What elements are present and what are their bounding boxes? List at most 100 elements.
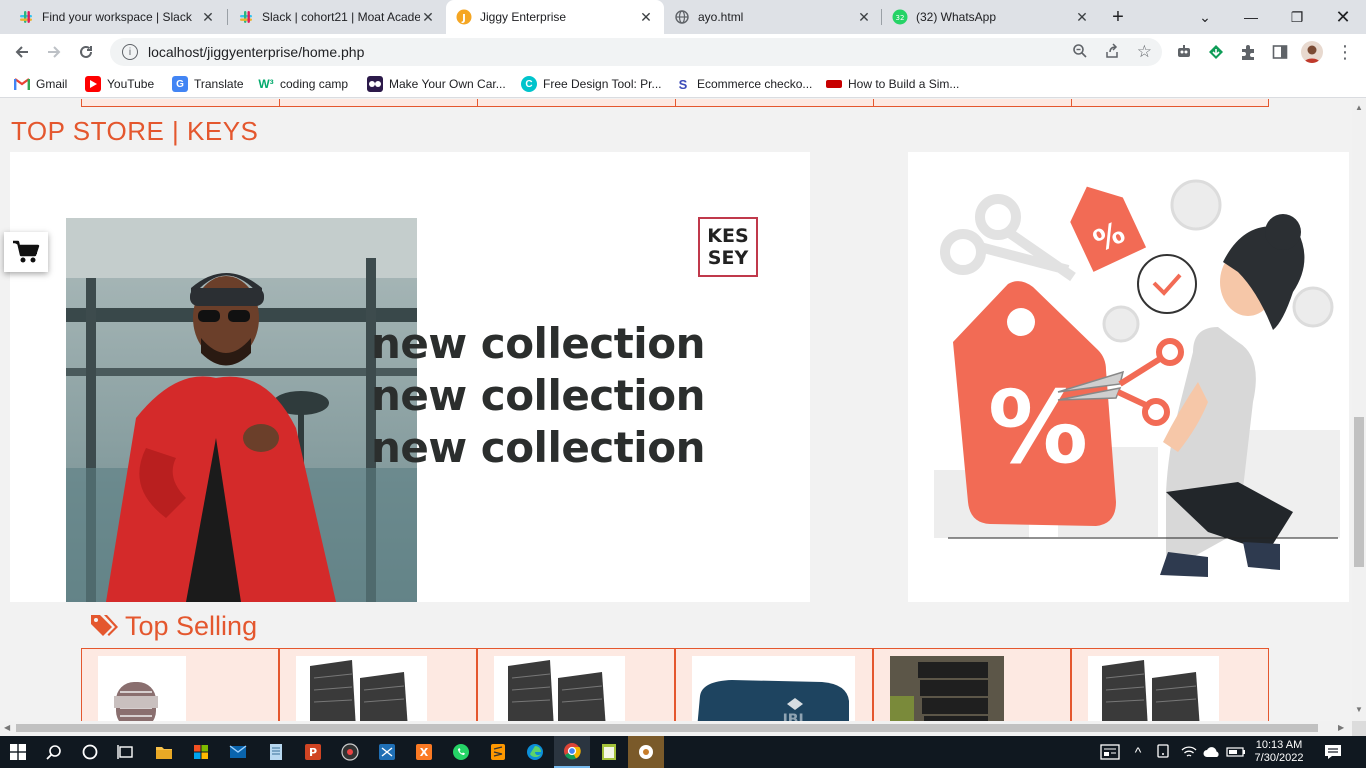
product-card[interactable]: [279, 648, 477, 721]
vertical-scrollbar[interactable]: ▲ ▼: [1352, 99, 1366, 721]
close-icon[interactable]: ✕: [1074, 9, 1090, 26]
powerpoint-icon[interactable]: P: [295, 736, 331, 768]
tags-icon: [91, 615, 118, 636]
cortana-icon[interactable]: [72, 736, 108, 768]
top-selling-label: Top Selling: [125, 610, 258, 641]
tab-title: ayo.html: [698, 10, 744, 24]
globe-icon: [674, 9, 690, 25]
gmail-icon: [14, 76, 30, 92]
bookmark-gmail[interactable]: Gmail: [14, 75, 67, 93]
close-icon[interactable]: ✕: [420, 9, 436, 26]
extensions-puzzle-icon[interactable]: [1237, 41, 1259, 63]
product-card[interactable]: [81, 648, 279, 721]
file-explorer-icon[interactable]: [146, 736, 182, 768]
new-tab-button[interactable]: +: [1104, 5, 1132, 29]
tab-slack-cohort[interactable]: Slack | cohort21 | Moat Acade ✕: [228, 0, 446, 34]
scroll-down-arrow-icon[interactable]: ▼: [1355, 705, 1363, 714]
close-icon[interactable]: ✕: [200, 9, 216, 26]
bookmark-star-icon[interactable]: ☆: [1137, 42, 1152, 62]
headline-line: new collection: [371, 423, 705, 472]
xampp-icon[interactable]: X: [406, 736, 442, 768]
tab-title: Jiggy Enterprise: [480, 10, 567, 24]
download-extension-icon[interactable]: [1205, 41, 1227, 63]
browser-tab-strip: Find your workspace | Slack ✕ Slack | co…: [0, 0, 1366, 34]
tag-percent-symbol: %: [988, 369, 1088, 486]
media-player-icon[interactable]: [332, 736, 368, 768]
zoom-icon[interactable]: [1072, 43, 1088, 62]
device-icon[interactable]: [1152, 736, 1174, 768]
reload-icon[interactable]: [72, 38, 100, 66]
edge-icon[interactable]: [517, 736, 553, 768]
tab-ayo-html[interactable]: ayo.html ✕: [664, 0, 882, 34]
profile-avatar[interactable]: [1301, 41, 1323, 63]
tab-whatsapp[interactable]: 32 (32) WhatsApp ✕: [882, 0, 1100, 34]
svg-text:JBL: JBL: [782, 712, 808, 721]
hero-banner[interactable]: KES SEY new collection new collection ne…: [10, 152, 810, 602]
bookmark-youtube[interactable]: YouTube: [85, 75, 154, 93]
bookmark-label: coding camp: [280, 77, 349, 91]
product-card[interactable]: [873, 648, 1071, 721]
floating-cart-button[interactable]: [4, 232, 48, 272]
mail-icon[interactable]: [220, 736, 256, 768]
tab-search-icon[interactable]: ⌄: [1182, 0, 1228, 34]
scroll-right-arrow-icon[interactable]: ▶: [1338, 723, 1344, 732]
screen-recorder-icon[interactable]: [628, 736, 664, 768]
product-card[interactable]: [1071, 648, 1269, 721]
sublime-text-icon[interactable]: [480, 736, 516, 768]
product-image-speakers: [1088, 656, 1219, 721]
onedrive-cloud-icon[interactable]: [1201, 736, 1223, 768]
bookmark-translate[interactable]: G Translate: [172, 75, 244, 93]
product-card[interactable]: JBL: [675, 648, 873, 721]
discount-promo-illustration[interactable]: % %: [908, 152, 1349, 602]
horizontal-scrollbar-thumb[interactable]: [16, 724, 1318, 732]
bookmark-ecommerce-checkout[interactable]: S Ecommerce checko...: [675, 75, 813, 93]
address-bar[interactable]: i localhost/jiggyenterprise/home.php ☆: [110, 38, 1162, 66]
site-info-icon[interactable]: i: [122, 44, 138, 60]
vertical-scrollbar-thumb[interactable]: [1354, 417, 1364, 567]
shopping-cart-icon: [13, 240, 40, 263]
minimize-icon[interactable]: —: [1228, 0, 1274, 34]
kebab-menu-icon[interactable]: ⋮: [1334, 41, 1356, 63]
show-hidden-icons-chevron[interactable]: ^: [1128, 736, 1148, 768]
notification-center-icon[interactable]: [1318, 736, 1348, 768]
search-icon[interactable]: [36, 736, 72, 768]
restore-icon[interactable]: ❐: [1274, 0, 1320, 34]
vscode-icon[interactable]: [369, 736, 405, 768]
robot-extension-icon[interactable]: [1173, 41, 1195, 63]
url-text: localhost/jiggyenterprise/home.php: [148, 44, 365, 60]
bookmark-free-design-tool[interactable]: C Free Design Tool: Pr...: [521, 75, 662, 93]
share-icon[interactable]: [1104, 43, 1120, 62]
news-widget-icon[interactable]: [1096, 736, 1124, 768]
window-close-icon[interactable]: ✕: [1320, 0, 1366, 34]
battery-icon[interactable]: [1225, 736, 1247, 768]
forward-arrow-icon[interactable]: [40, 38, 68, 66]
task-view-icon[interactable]: [108, 736, 144, 768]
store-heading: TOP STORE | KEYS: [11, 116, 259, 146]
whatsapp-taskbar-icon[interactable]: [443, 736, 479, 768]
system-clock[interactable]: 10:13 AM 7/30/2022: [1248, 736, 1310, 768]
wifi-icon[interactable]: [1178, 736, 1200, 768]
back-arrow-icon[interactable]: [8, 38, 36, 66]
tab-jiggy-enterprise[interactable]: J Jiggy Enterprise ✕: [446, 0, 664, 34]
close-icon[interactable]: ✕: [856, 9, 872, 26]
microsoft-store-icon[interactable]: [183, 736, 219, 768]
horizontal-scrollbar[interactable]: ◀ ▶: [0, 721, 1352, 735]
close-icon[interactable]: ✕: [638, 9, 654, 26]
chrome-taskbar-icon[interactable]: [554, 736, 590, 768]
bookmark-label: Ecommerce checko...: [697, 77, 813, 91]
bookmark-label: Gmail: [36, 77, 68, 91]
page-viewport: TOP STORE | KEYS KES SEY new collection …: [0, 99, 1352, 721]
windows-start-icon[interactable]: [0, 736, 36, 768]
scroll-up-arrow-icon[interactable]: ▲: [1355, 103, 1363, 112]
bookmark-coding-camp[interactable]: W³ coding camp: [258, 75, 348, 93]
bookmark-make-your-own-car[interactable]: Make Your Own Car...: [367, 75, 506, 93]
tab-slack-workspace[interactable]: Find your workspace | Slack ✕: [8, 0, 226, 34]
bookmark-how-to-build[interactable]: How to Build a Sim...: [826, 75, 959, 93]
notes-icon[interactable]: [591, 736, 627, 768]
product-card[interactable]: [477, 648, 675, 721]
scroll-left-arrow-icon[interactable]: ◀: [4, 723, 10, 732]
bookmark-label: Make Your Own Car...: [389, 77, 506, 91]
side-panel-icon[interactable]: [1269, 41, 1291, 63]
notepad-icon[interactable]: [258, 736, 294, 768]
product-image-jbl-speaker: JBL: [692, 656, 855, 721]
